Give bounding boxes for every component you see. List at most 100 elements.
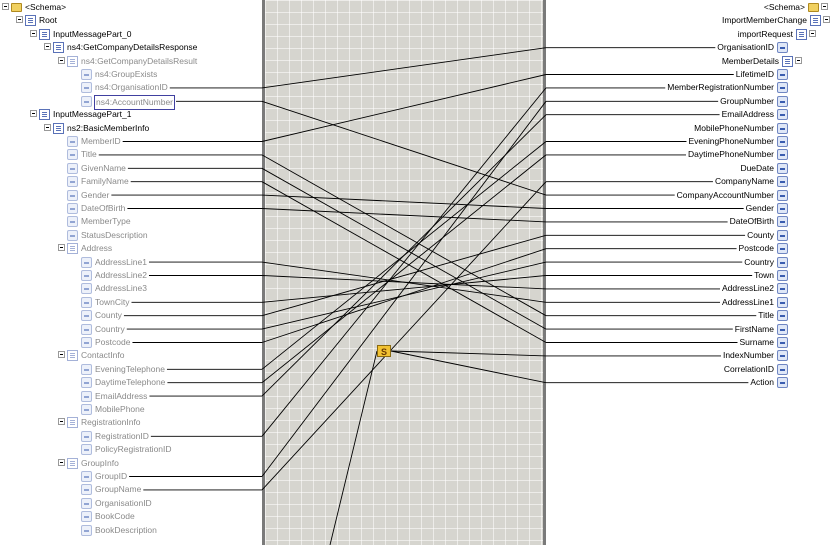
source-node-address[interactable]: Address <box>58 242 113 255</box>
source-node-statusdescription[interactable]: StatusDescription <box>58 229 149 242</box>
source-node-ns4-groupexists[interactable]: ns4:GroupExists <box>72 68 158 81</box>
source-node-ns4-organisationid[interactable]: ns4:OrganisationID <box>72 81 169 94</box>
destination-schema-pane[interactable]: <Schema> ImportMemberChange importRequest O… <box>546 0 832 545</box>
collapse-icon[interactable] <box>58 56 65 64</box>
collapse-icon[interactable] <box>809 29 816 37</box>
collapse-icon[interactable] <box>821 3 828 10</box>
collapse-icon[interactable] <box>30 110 37 118</box>
collapse-icon[interactable] <box>30 29 37 37</box>
source-node-label: BookCode <box>95 511 135 522</box>
source-node-towncity[interactable]: TownCity <box>72 296 130 309</box>
destination-node-title[interactable]: Title <box>757 309 788 322</box>
destination-node-county[interactable]: County <box>746 229 788 242</box>
source-node-memberid[interactable]: MemberID <box>58 135 122 148</box>
destination-node-town[interactable]: Town <box>753 269 788 282</box>
field-icon <box>67 229 78 241</box>
collapse-icon[interactable] <box>823 16 830 24</box>
field-icon <box>777 162 788 174</box>
source-node-addressline2[interactable]: AddressLine2 <box>72 269 148 282</box>
source-node-policyregistrationid[interactable]: PolicyRegistrationID <box>72 443 173 456</box>
mapping-grid[interactable] <box>262 0 546 545</box>
destination-node-lifetimeid[interactable]: LifetimeID <box>735 68 788 81</box>
destination-root[interactable]: <Schema> <box>763 1 828 14</box>
source-node-givenname[interactable]: GivenName <box>58 162 127 175</box>
destination-node-postcode[interactable]: Postcode <box>738 242 788 255</box>
collapse-icon[interactable] <box>58 418 65 426</box>
source-node-organisationid[interactable]: OrganisationID <box>72 497 153 510</box>
destination-node-country[interactable]: Country <box>743 256 788 269</box>
string-functoid[interactable]: S <box>377 345 391 357</box>
source-node-root[interactable]: Root <box>16 14 58 27</box>
destination-node-daytimephonenumber[interactable]: DaytimePhoneNumber <box>687 148 788 161</box>
destination-node-action[interactable]: Action <box>749 376 788 389</box>
source-node-mobilephone[interactable]: MobilePhone <box>72 403 146 416</box>
collapse-icon[interactable] <box>58 458 65 466</box>
destination-node-memberregistrationnumber[interactable]: MemberRegistrationNumber <box>666 81 788 94</box>
destination-node-memberdetails[interactable]: MemberDetails <box>721 55 802 68</box>
collapse-icon[interactable] <box>16 16 23 24</box>
destination-node-dateofbirth[interactable]: DateOfBirth <box>729 215 788 228</box>
destination-node-eveningphonenumber[interactable]: EveningPhoneNumber <box>687 135 788 148</box>
source-node-ns2-basicmemberinfo[interactable]: ns2:BasicMemberInfo <box>44 122 150 135</box>
source-node-label: Country <box>95 323 125 334</box>
field-icon <box>81 430 92 442</box>
source-node-gender[interactable]: Gender <box>58 189 110 202</box>
destination-node-companyname[interactable]: CompanyName <box>714 175 788 188</box>
source-node-label: Gender <box>81 189 110 200</box>
destination-node-importmemberchange[interactable]: ImportMemberChange <box>721 14 830 27</box>
source-node-daytimetelephone[interactable]: DaytimeTelephone <box>72 376 166 389</box>
destination-node-emailaddress[interactable]: EmailAddress <box>721 108 788 121</box>
destination-node-label: AddressLine2 <box>722 283 774 294</box>
field-icon <box>81 310 92 322</box>
source-node-label: MemberType <box>81 216 131 227</box>
source-node-familyname[interactable]: FamilyName <box>58 175 130 188</box>
source-node-groupid[interactable]: GroupID <box>72 470 128 483</box>
source-node-contactinfo[interactable]: ContactInfo <box>58 349 125 362</box>
destination-node-duedate[interactable]: DueDate <box>739 162 788 175</box>
collapse-icon[interactable] <box>58 351 65 359</box>
collapse-icon[interactable] <box>44 43 51 51</box>
source-node-addressline3[interactable]: AddressLine3 <box>72 282 148 295</box>
destination-node-mobilephonenumber[interactable]: MobilePhoneNumber <box>693 122 788 135</box>
source-root[interactable]: <Schema> <box>2 1 67 14</box>
destination-node-surname[interactable]: Surname <box>739 336 788 349</box>
source-node-registrationid[interactable]: RegistrationID <box>72 430 150 443</box>
source-node-registrationinfo[interactable]: RegistrationInfo <box>58 416 142 429</box>
expand-icon[interactable] <box>2 3 9 10</box>
destination-node-addressline1[interactable]: AddressLine1 <box>721 296 788 309</box>
destination-node-indexnumber[interactable]: IndexNumber <box>722 349 788 362</box>
source-node-membertype[interactable]: MemberType <box>58 215 132 228</box>
collapse-icon[interactable] <box>44 123 51 131</box>
source-node-bookdescription[interactable]: BookDescription <box>72 524 158 537</box>
source-node-inputmessagepart-0[interactable]: InputMessagePart_0 <box>30 28 132 41</box>
field-icon <box>81 484 92 496</box>
source-node-country[interactable]: Country <box>72 323 126 336</box>
source-node-ns4-getcompanydetailsresult[interactable]: ns4:GetCompanyDetailsResult <box>58 55 198 68</box>
source-node-emailaddress[interactable]: EmailAddress <box>72 390 148 403</box>
destination-node-companyaccountnumber[interactable]: CompanyAccountNumber <box>676 189 788 202</box>
source-node-addressline1[interactable]: AddressLine1 <box>72 256 148 269</box>
source-node-dateofbirth[interactable]: DateOfBirth <box>58 202 126 215</box>
source-node-groupname[interactable]: GroupName <box>72 483 142 496</box>
source-node-ns4-getcompanydetailsresponse[interactable]: ns4:GetCompanyDetailsResponse <box>44 41 198 54</box>
destination-node-importrequest[interactable]: importRequest <box>737 28 816 41</box>
destination-node-organisationid[interactable]: OrganisationID <box>716 41 788 54</box>
record-icon <box>810 15 821 27</box>
destination-node-firstname[interactable]: FirstName <box>734 323 788 336</box>
destination-node-gender[interactable]: Gender <box>745 202 788 215</box>
record-icon <box>782 55 793 67</box>
destination-node-addressline2[interactable]: AddressLine2 <box>721 282 788 295</box>
source-node-county[interactable]: County <box>72 309 123 322</box>
collapse-icon[interactable] <box>795 56 802 64</box>
destination-node-groupnumber[interactable]: GroupNumber <box>719 95 788 108</box>
source-node-title[interactable]: Title <box>58 148 98 161</box>
source-node-eveningtelephone[interactable]: EveningTelephone <box>72 363 166 376</box>
source-schema-pane[interactable]: <Schema> Root InputMessagePart_0 ns4:GetCom… <box>0 0 262 545</box>
source-node-postcode[interactable]: Postcode <box>72 336 131 349</box>
source-node-groupinfo[interactable]: GroupInfo <box>58 457 120 470</box>
collapse-icon[interactable] <box>58 244 65 252</box>
source-node-ns4-accountnumber[interactable]: ns4:AccountNumber <box>72 94 176 110</box>
source-node-inputmessagepart-1[interactable]: InputMessagePart_1 <box>30 108 132 121</box>
destination-node-correlationid[interactable]: CorrelationID <box>723 363 788 376</box>
source-node-bookcode[interactable]: BookCode <box>72 510 136 523</box>
